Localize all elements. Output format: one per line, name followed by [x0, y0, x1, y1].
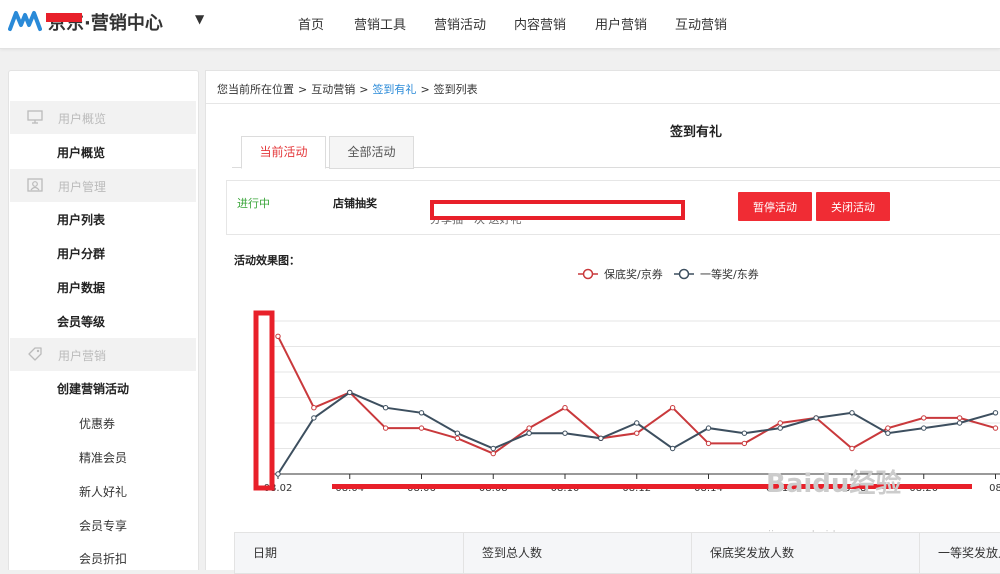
data-point — [562, 430, 568, 436]
baidu-watermark-logo: Baidu经验 — [766, 469, 902, 499]
nav-content-marketing[interactable]: 内容营销 — [514, 14, 566, 33]
nav-user-marketing[interactable]: 用户营销 — [595, 14, 647, 33]
sidebar-group-label: 用户概览 — [58, 112, 107, 126]
sidebar-item-user-list[interactable]: 用户列表 — [57, 211, 105, 228]
activity-row: 进行中 店铺抽奖 分享抽一次 送好礼 暂停活动 关闭活动 — [226, 180, 1000, 235]
data-point — [921, 425, 927, 431]
sidebar-subitem-newcomer-gift[interactable]: 新人好礼 — [79, 483, 127, 500]
nav-marketing-tools[interactable]: 营销工具 — [354, 14, 406, 33]
column-header-base-prize: 保底奖发放人数 — [692, 533, 920, 573]
sidebar: 用户概览 用户概览 用户管理 用户列表 用户分群 用户数据 会员等级 用户营销 … — [8, 70, 199, 570]
sidebar-subitem-member-exclusive[interactable]: 会员专享 — [79, 517, 127, 534]
data-point — [347, 389, 353, 396]
data-point — [490, 445, 496, 452]
data-point — [777, 420, 783, 426]
column-header-date: 日期 — [235, 533, 464, 573]
sidebar-group-label: 用户营销 — [58, 349, 107, 363]
legend-marker — [678, 268, 690, 280]
data-point — [705, 440, 712, 447]
legend-label: 保底奖/京券 — [604, 267, 663, 281]
data-point — [311, 415, 317, 421]
data-point — [490, 450, 496, 457]
breadcrumb-current: 签到列表 — [433, 83, 478, 96]
sidebar-group-overview[interactable]: 用户概览 — [10, 101, 196, 134]
main-panel: 您当前所在位置 > 互动营销 > 签到有礼 > 签到列表 签到有礼 当前活动 全部活动 进行… — [205, 70, 1000, 574]
sidebar-item-user-groups[interactable]: 用户分群 — [57, 245, 105, 262]
data-point — [634, 430, 640, 436]
data-point — [382, 405, 389, 411]
data-point — [418, 425, 425, 431]
breadcrumb-prefix: 您当前所在位置 — [217, 83, 294, 96]
data-point — [705, 425, 712, 431]
column-header-total-signins: 签到总人数 — [464, 533, 692, 573]
jd-logo-icon — [8, 11, 42, 31]
user-card-icon — [27, 178, 43, 192]
page-title: 签到有礼 — [670, 125, 723, 140]
data-point — [275, 471, 281, 477]
data-point — [669, 445, 676, 452]
legend-label: 一等奖/东券 — [700, 267, 759, 281]
pause-activity-button[interactable]: 暂停活动 — [738, 192, 812, 221]
sidebar-group-user-marketing[interactable]: 用户营销 — [10, 338, 196, 371]
tag-icon — [28, 347, 42, 361]
data-point — [849, 410, 855, 416]
series-line — [277, 335, 996, 455]
column-header-first-prize: 一等奖发放人 — [938, 546, 1000, 560]
data-point — [598, 435, 604, 442]
sidebar-item-user-overview[interactable]: 用户概览 — [57, 144, 105, 161]
sidebar-item-create-campaign[interactable]: 创建营销活动 — [57, 380, 129, 397]
table-header: 日期 签到总人数 保底奖发放人数 一等奖发放人 — [234, 532, 1000, 574]
data-point — [885, 425, 891, 431]
sidebar-item-user-data[interactable]: 用户数据 — [57, 279, 105, 296]
data-point — [885, 430, 891, 436]
sidebar-item-member-level[interactable]: 会员等级 — [57, 313, 105, 330]
sidebar-group-user-management[interactable]: 用户管理 — [10, 169, 196, 202]
activity-name: 店铺抽奖 — [333, 197, 377, 210]
data-point — [454, 430, 461, 436]
sidebar-subitem-member-discount[interactable]: 会员折扣 — [79, 550, 127, 567]
data-point — [562, 405, 568, 411]
data-point — [992, 410, 999, 416]
chevron-down-icon[interactable]: ▼ — [195, 12, 204, 26]
close-activity-button[interactable]: 关闭活动 — [816, 192, 890, 221]
nav-marketing-activities[interactable]: 营销活动 — [434, 14, 486, 33]
data-point — [956, 420, 963, 426]
data-point — [813, 415, 819, 421]
data-point — [741, 430, 748, 436]
nav-home[interactable]: 首页 — [298, 14, 324, 33]
breadcrumb-link[interactable]: 签到有礼 — [372, 83, 416, 96]
data-point — [992, 425, 999, 431]
data-point — [454, 435, 461, 442]
data-point — [418, 410, 425, 416]
sidebar-subitem-coupon[interactable]: 优惠券 — [79, 415, 115, 432]
breadcrumb-item[interactable]: 互动营销 — [311, 83, 355, 96]
x-tick-label: 08 — [989, 483, 1000, 494]
monitor-icon — [27, 110, 43, 124]
redaction-mark — [253, 310, 275, 491]
breadcrumb: 您当前所在位置 > 互动营销 > 签到有礼 > 签到列表 — [217, 83, 478, 96]
data-point — [956, 415, 963, 421]
tab-all-activities[interactable]: 全部活动 — [329, 136, 414, 169]
data-point — [526, 425, 532, 431]
data-point — [741, 440, 748, 447]
redaction-mark — [46, 13, 82, 22]
status-badge: 进行中 — [237, 197, 270, 210]
data-point — [275, 333, 281, 340]
data-point — [849, 445, 855, 452]
top-header: 京东·营销中心 ▼ 首页 营销工具 营销活动 内容营销 用户营销 互动营销 — [0, 0, 1000, 49]
data-point — [311, 405, 317, 411]
data-point — [921, 415, 927, 421]
data-point — [634, 420, 640, 426]
data-point — [526, 430, 532, 436]
sidebar-group-label: 用户管理 — [58, 180, 107, 194]
nav-interactive-marketing[interactable]: 互动营销 — [675, 14, 727, 33]
divider — [206, 103, 1000, 104]
data-point — [382, 425, 389, 431]
sidebar-subitem-precise-member[interactable]: 精准会员 — [79, 449, 127, 466]
redaction-mark — [430, 200, 685, 220]
data-point — [669, 405, 676, 411]
tab-current-activity[interactable]: 当前活动 — [241, 136, 326, 169]
legend-marker — [582, 268, 594, 280]
data-point — [777, 425, 783, 431]
